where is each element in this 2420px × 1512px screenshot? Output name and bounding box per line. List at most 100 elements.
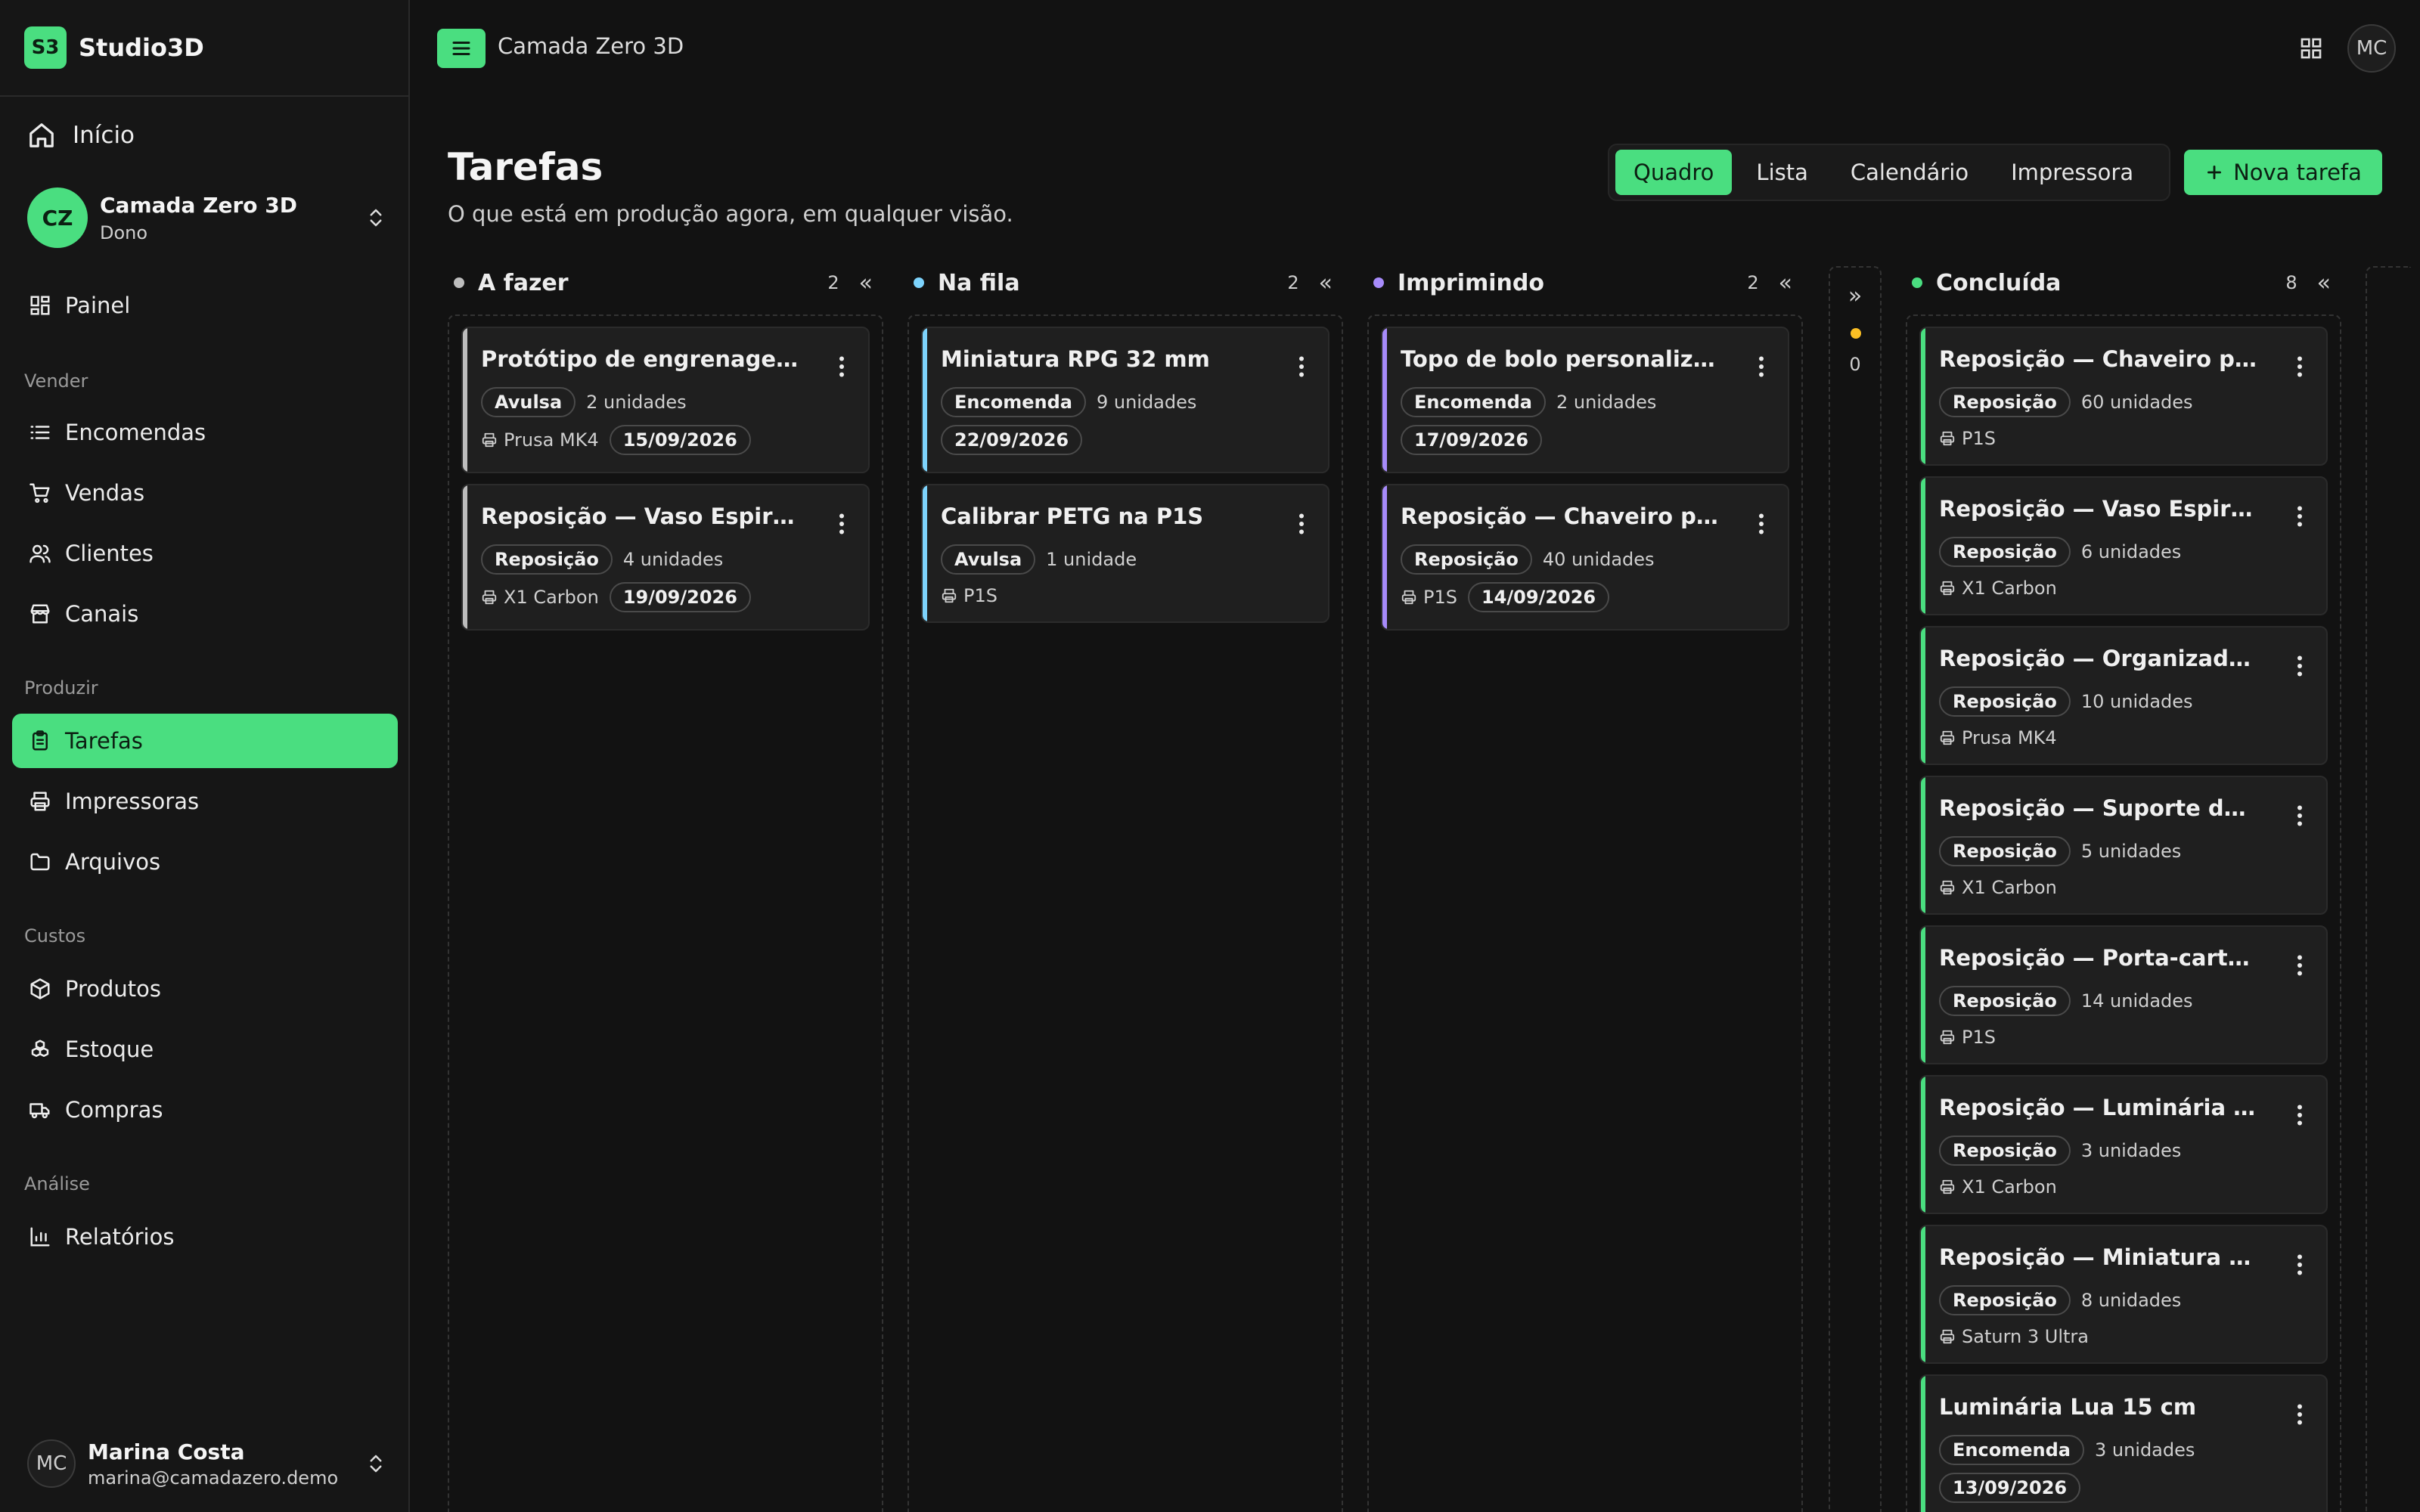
nav-home[interactable]: Início [27,121,135,150]
card-menu-button[interactable] [1298,513,1305,535]
column-count: 2 [827,272,839,293]
section-analysis: Análise [24,1173,90,1194]
task-card[interactable]: Calibrar PETG na P1S Avulsa 1 unidade P1S [921,484,1329,623]
sidebar-item-clients[interactable]: Clientes [12,526,398,581]
card-menu-button[interactable] [2296,355,2304,378]
sidebar-item-panel[interactable]: Painel [12,278,398,333]
card-type-tag: Reposição [1939,387,2071,417]
collapse-column-button[interactable]: « [859,270,873,296]
card-title: Reposição — Luminária Lua 15 cm [1939,1095,2258,1120]
collapse-column-button[interactable]: « [1319,270,1333,296]
sidebar-item-reports[interactable]: Relatórios [12,1210,398,1264]
bar-chart-icon [30,1227,50,1247]
column-title: Na fila [938,269,1020,296]
card-printer: Saturn 3 Ultra [1939,1326,2089,1347]
sidebar-item-channels[interactable]: Canais [12,587,398,641]
printer-icon [1940,880,1955,895]
card-menu-button[interactable] [2296,1104,2304,1126]
plus-icon [2207,166,2222,179]
workspace-switcher[interactable]: CZ Camada Zero 3D Dono [27,186,387,249]
sidebar-item-label: Compras [65,1097,163,1123]
sidebar-item-files[interactable]: Arquivos [12,835,398,889]
tab-board[interactable]: Quadro [1615,150,1733,195]
sidebar-item-purchases[interactable]: Compras [12,1083,398,1137]
card-menu-button[interactable] [2296,505,2304,528]
printer-icon [1940,1329,1955,1344]
expand-column-button[interactable]: » [1830,283,1880,309]
card-menu-button[interactable] [2296,954,2304,977]
tab-list[interactable]: Lista [1738,150,1826,195]
more-vertical-icon [2297,1254,2302,1275]
card-due-date: 19/09/2026 [609,582,751,612]
task-card[interactable]: Protótipo de engrenagem personalizada Avu… [461,327,870,473]
task-card[interactable]: Topo de bolo personalizado Encomenda 2 uni… [1381,327,1789,473]
tab-calendar[interactable]: Calendário [1832,150,1987,195]
card-menu-button[interactable] [838,513,845,535]
new-task-button[interactable]: Nova tarefa [2184,150,2382,195]
user-menu[interactable]: MC Marina Costa marina@camadazero.demo [27,1438,387,1489]
sidebar-item-sales[interactable]: Vendas [12,466,398,520]
card-menu-button[interactable] [2296,1253,2304,1276]
workspace-role: Dono [100,222,148,243]
card-menu-button[interactable] [2296,1403,2304,1426]
task-card[interactable]: Reposição — Vaso Espiral Low Poly Reposiç… [1919,476,2328,615]
card-printer-name: P1S [1423,587,1457,608]
grid-icon [2301,38,2322,59]
task-card[interactable]: Luminária Lua 15 cm Encomenda 3 unidades 13… [1919,1374,2328,1512]
sidebar-toggle-button[interactable] [437,29,486,68]
card-type-tag: Reposição [1939,836,2071,866]
sidebar-item-label: Relatórios [65,1224,175,1250]
apps-button[interactable] [2296,30,2326,67]
card-printer-name: Saturn 3 Ultra [1962,1326,2089,1347]
printer-icon [1940,730,1955,745]
printer-icon [1940,581,1955,596]
card-menu-button[interactable] [2296,655,2304,677]
chevron-updown-icon [370,1455,382,1473]
card-menu-button[interactable] [2296,804,2304,827]
more-vertical-icon [2297,655,2302,677]
task-card[interactable]: Reposição — Organizador de mesa Reposição… [1919,626,2328,765]
task-card[interactable]: Reposição — Chaveiro personalizado Reposi… [1919,327,2328,466]
more-vertical-icon [2297,1105,2302,1126]
task-card[interactable]: Reposição — Suporte de headphone Reposiçã… [1919,776,2328,915]
card-title: Reposição — Vaso Espiral Low Poly [481,503,800,529]
more-vertical-icon [2297,805,2302,826]
users-icon [29,544,51,563]
task-card[interactable]: Miniatura RPG 32 mm Encomenda 9 unidades 22… [921,327,1329,473]
card-units: 3 unidades [2080,1140,2182,1161]
user-name: Marina Costa [88,1439,245,1464]
tab-printer[interactable]: Impressora [1993,150,2152,195]
task-card[interactable]: Reposição — Chaveiro personalizado Reposi… [1381,484,1789,631]
card-type-tag: Reposição [1401,544,1532,575]
next-column-edge [2366,266,2411,1512]
folder-icon [30,853,50,871]
card-units: 4 unidades [622,549,724,570]
collapse-column-button[interactable]: « [1779,270,1792,296]
card-menu-button[interactable] [838,355,845,378]
collapse-column-button[interactable]: « [2317,270,2331,296]
brand[interactable]: S3 Studio3D [0,0,408,97]
sidebar-item-orders[interactable]: Encomendas [12,405,398,460]
sidebar-item-label: Painel [65,293,131,318]
task-card[interactable]: Reposição — Vaso Espiral Low Poly Reposiç… [461,484,870,631]
task-card[interactable]: Reposição — Porta-cartões magnético Repos… [1919,925,2328,1064]
sidebar-item-tasks[interactable]: Tarefas [12,714,398,768]
card-due-date: 17/09/2026 [1401,425,1543,455]
sidebar-item-printers[interactable]: Impressoras [12,774,398,829]
sidebar-item-label: Vendas [65,480,145,506]
section-sell: Vender [24,370,88,392]
section-produce: Produzir [24,677,98,699]
task-card[interactable]: Reposição — Miniatura RPG 32 mm Reposição… [1919,1225,2328,1364]
cart-icon [29,483,50,503]
card-menu-button[interactable] [1758,513,1765,535]
sidebar-item-products[interactable]: Produtos [12,962,398,1016]
card-printer-name: X1 Carbon [504,587,599,608]
topbar-avatar[interactable]: MC [2347,24,2396,73]
task-card[interactable]: Reposição — Luminária Lua 15 cm Reposição… [1919,1075,2328,1214]
collapsed-column[interactable]: » 0 [1829,266,1882,1512]
sidebar-item-stock[interactable]: Estoque [12,1022,398,1077]
card-menu-button[interactable] [1298,355,1305,378]
column-header-done: Concluída 8 « [1906,266,2341,299]
card-menu-button[interactable] [1758,355,1765,378]
column-header-queue: Na fila 2 « [908,266,1343,299]
